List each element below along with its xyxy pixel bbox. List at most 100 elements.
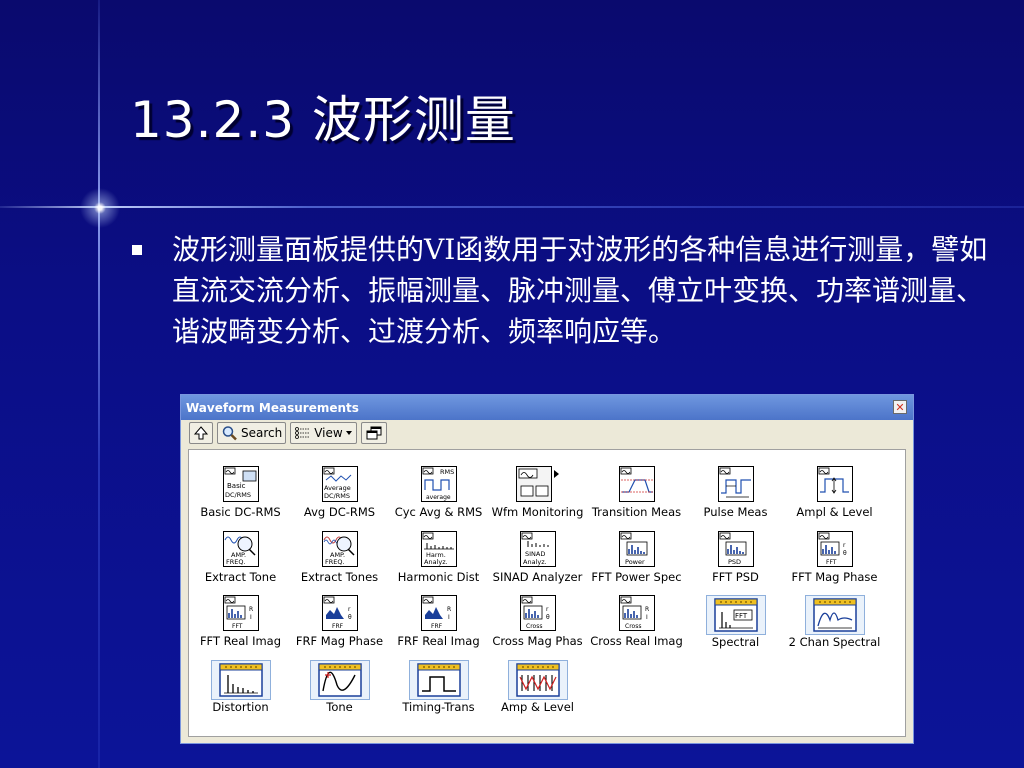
up-button[interactable] — [189, 422, 213, 444]
palette-item-spectral[interactable]: FFT Spectral — [686, 595, 785, 660]
palette-item-frf-real-imag[interactable]: R I FRF FRF Real Imag — [389, 595, 488, 660]
palette-item-label: FFT Power Spec — [591, 569, 682, 584]
palette-item-pulse-meas[interactable]: Pulse Meas — [686, 466, 785, 531]
palette-item-cyc-avg-rms[interactable]: RMS average Cyc Avg & RMS — [389, 466, 488, 531]
palette-item-2-chan-spectral[interactable]: 2 Chan Spectral — [785, 595, 884, 660]
pulse-meas-icon — [717, 466, 754, 502]
spectral-express-icon: FFT — [705, 595, 766, 635]
timing-trans-express-icon — [408, 659, 469, 700]
slide-title: 13.2.3 波形测量 — [130, 91, 516, 149]
svg-text:θ: θ — [348, 614, 352, 621]
svg-text:I: I — [448, 614, 450, 621]
tone-express-icon — [309, 659, 370, 700]
palette-item-fft-psd[interactable]: PSD FFT PSD — [686, 530, 785, 596]
chevron-down-icon — [345, 431, 352, 435]
palette-item-extract-tones[interactable]: AMP. FREQ. Extract Tones — [290, 530, 389, 596]
svg-text:SINAD: SINAD — [525, 550, 545, 558]
svg-text:FREQ.: FREQ. — [325, 558, 345, 566]
palette-item-cross-mag-phas[interactable]: r θ Cross Cross Mag Phas — [488, 595, 587, 660]
palette-item-fft-real-imag[interactable]: R I FFT FFT Real Imag — [191, 595, 290, 660]
search-button-label: Search — [241, 426, 283, 440]
waveform-measurements-window: Waveform Measurements ✕ Search View Basi… — [180, 394, 914, 744]
palette-item-frf-mag-phase[interactable]: r θ FRF FRF Mag Phase — [290, 595, 389, 660]
svg-text:FFT: FFT — [735, 612, 748, 620]
restore-window-button[interactable] — [360, 422, 387, 444]
extract-tones-icon: AMP. FREQ. — [321, 530, 358, 567]
frf-mag-phase-icon: r θ FRF — [321, 595, 358, 631]
svg-text:Cross: Cross — [625, 623, 641, 630]
palette-item-label: Tone — [326, 699, 353, 714]
palette-item-label: Avg DC-RMS — [303, 505, 376, 519]
view-button-label: View — [314, 426, 343, 440]
palette-toolbar: Search View — [189, 422, 387, 446]
palette-item-label: FRF Real Imag — [397, 634, 480, 648]
palette-item-label: Amp & Level — [500, 699, 574, 714]
svg-text:FFT: FFT — [232, 623, 243, 630]
palette-item-extract-tone[interactable]: AMP. FREQ. Extract Tone — [191, 530, 290, 596]
fft-power-spec-icon: Power — [618, 530, 655, 567]
harmonic-dist-icon: Harm. Analyz. — [420, 530, 457, 567]
palette-item-harmonic-dist[interactable]: Harm. Analyz. Harmonic Dist — [389, 530, 488, 596]
palette-item-label: FFT Mag Phase — [791, 569, 878, 584]
avg-dc-rms-icon: Average DC/RMS — [321, 466, 358, 502]
palette-item-label: Basic DC-RMS — [200, 505, 281, 519]
extract-tone-icon: AMP. FREQ. — [222, 530, 259, 567]
decor-sparkle — [80, 188, 120, 228]
decor-horizontal-line — [0, 206, 1024, 208]
view-button[interactable]: View — [290, 422, 357, 444]
palette-item-label: Harmonic Dist — [397, 569, 480, 584]
palette-item-fft-power-spec[interactable]: Power FFT Power Spec — [587, 530, 686, 596]
palette-item-label: Extract Tones — [300, 569, 379, 584]
svg-text:Power: Power — [625, 558, 645, 566]
palette-item-transition-meas[interactable]: Transition Meas — [587, 466, 686, 531]
palette-item-fft-mag-phase[interactable]: r θ FFT FFT Mag Phase — [785, 530, 884, 596]
fft-mag-phase-icon: r θ FFT — [816, 530, 853, 567]
palette-item-cross-real-imag[interactable]: R I Cross Cross Real Imag — [587, 595, 686, 660]
palette-item-label: Timing-Trans — [402, 699, 475, 714]
palette-item-tone[interactable]: Tone — [290, 659, 389, 725]
palette-item-avg-dc-rms[interactable]: Average DC/RMS Avg DC-RMS — [290, 466, 389, 531]
amp-level-express-icon — [507, 659, 568, 700]
close-button[interactable]: ✕ — [893, 400, 907, 414]
palette-item-label: SINAD Analyzer — [492, 569, 583, 584]
fft-psd-icon: PSD — [717, 530, 754, 567]
svg-text:θ: θ — [546, 614, 550, 621]
ampl-level-icon — [816, 466, 853, 502]
palette-item-timing-trans[interactable]: Timing-Trans — [389, 659, 488, 725]
svg-text:FRF: FRF — [332, 623, 344, 630]
view-list-icon — [295, 427, 311, 439]
basic-dc-rms-icon: Basic DC/RMS — [222, 466, 259, 502]
palette-item-wfm-monitoring[interactable]: Wfm Monitoring — [488, 466, 587, 531]
palette-item-amp-level[interactable]: Amp & Level — [488, 659, 587, 725]
palette-item-basic-dc-rms[interactable]: Basic DC/RMS Basic DC-RMS — [191, 466, 290, 531]
palette-item-distortion[interactable]: Distortion — [191, 659, 290, 725]
palette-item-sinad-analyzer[interactable]: SINAD Analyz. SINAD Analyzer — [488, 530, 587, 596]
cross-real-imag-icon: R I Cross — [618, 595, 655, 631]
palette-item-label: FRF Mag Phase — [295, 634, 384, 648]
svg-text:Average: Average — [324, 484, 351, 492]
palette-item-label: Spectral — [711, 635, 760, 649]
svg-text:RMS: RMS — [440, 468, 454, 476]
svg-text:Analyz.: Analyz. — [424, 558, 448, 566]
palette-item-label: FFT PSD — [712, 569, 759, 584]
svg-text:Analyz.: Analyz. — [523, 558, 547, 566]
two-chan-spectral-express-icon — [804, 595, 865, 635]
bullet-icon — [132, 245, 142, 255]
svg-text:PSD: PSD — [728, 558, 741, 566]
svg-text:θ: θ — [843, 550, 847, 557]
svg-text:FFT: FFT — [826, 559, 837, 566]
svg-text:FREQ.: FREQ. — [226, 558, 246, 566]
svg-text:R: R — [249, 606, 253, 613]
svg-text:I: I — [250, 614, 252, 621]
svg-text:Basic: Basic — [227, 482, 246, 490]
cross-mag-phas-icon: r θ Cross — [519, 595, 556, 631]
search-button[interactable]: Search — [217, 422, 287, 444]
window-title: Waveform Measurements — [186, 400, 359, 415]
cyc-avg-rms-icon: RMS average — [420, 466, 457, 502]
window-titlebar[interactable]: Waveform Measurements ✕ — [181, 395, 913, 420]
svg-text:R: R — [447, 606, 451, 613]
svg-text:I: I — [646, 614, 648, 621]
palette-item-label: Cross Mag Phas — [492, 634, 583, 648]
palette-item-label: Distortion — [212, 699, 269, 714]
palette-item-ampl-level[interactable]: Ampl & Level — [785, 466, 884, 531]
